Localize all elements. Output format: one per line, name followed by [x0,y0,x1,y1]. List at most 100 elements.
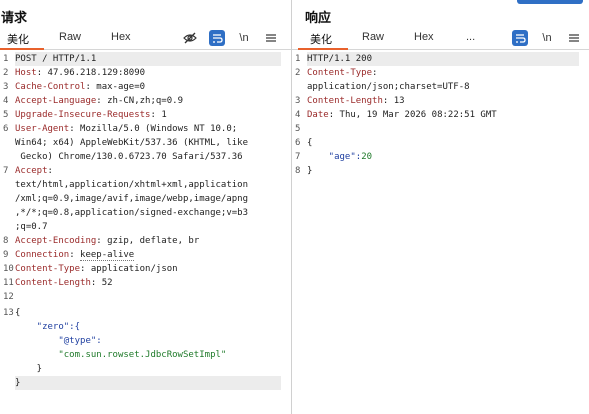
header-sep: : [80,264,91,274]
code-line: /xml;q=0.9,image/avif,image/webp,image/a… [15,192,281,206]
header-value: keep-alive [80,250,135,261]
header-name: Host [15,68,37,78]
line-number: 1 [295,54,301,64]
tab-pretty[interactable]: 美化 [310,31,332,47]
code-line: text/html,application/xhtml+xml,applicat… [15,178,281,192]
request-editor[interactable]: 1 2 3 4 5 6 7 8 9 10 11 12 13 POST / HTTP/1.1 Host: 4… [0,52,291,414]
line-number: 6 [3,124,9,134]
code-line: Content-Type: [307,66,579,80]
header-value: "age": [307,152,362,162]
code-line: Accept-Language: zh-CN,zh;q=0.9 [15,94,281,108]
header-value: ;q=0.7 [15,222,48,232]
line-number: 4 [3,96,9,106]
request-line-numbers: 1 2 3 4 5 6 7 8 9 10 11 12 13 [0,52,14,414]
code-line: Content-Length: 52 [15,276,281,290]
tab-raw[interactable]: Raw [362,31,384,43]
line-number: 3 [3,82,9,92]
code-line: "@type": [15,334,281,348]
header-value: application/json;charset=UTF-8 [307,82,470,92]
header-sep: : [372,68,383,78]
header-sep: : [96,236,108,246]
response-code[interactable]: HTTP/1.1 200 Content-Type: application/js… [307,52,579,414]
header-value: 1 [161,110,167,120]
header-sep: : [69,124,81,134]
header-name: Content-Length [307,96,383,106]
line-number: 11 [3,278,14,288]
tab-pretty[interactable]: 美化 [7,31,29,47]
header-name: Connection [15,250,70,260]
tab-hex[interactable]: Hex [414,31,434,43]
header-sep: : [90,278,102,288]
request-code[interactable]: POST / HTTP/1.1 Host: 47.96.218.129:8090 C… [15,52,281,414]
json-number: 20 [361,152,373,162]
code-line: "com.sun.rowset.JdbcRowSetImpl" [15,348,281,362]
code-line: } [15,362,281,376]
eye-off-icon[interactable] [182,30,198,46]
code-line: Win64; x64) AppleWebKit/537.36 (KHTML, l… [15,136,281,150]
newline-icon[interactable]: \n [539,30,555,46]
code-line: ,*/*;q=0.8,application/signed-exchange;v… [15,206,281,220]
line-number: 1 [3,54,9,64]
json-line: { [15,308,21,318]
line-number: 8 [3,236,9,246]
menu-icon[interactable] [263,30,279,46]
tab-more[interactable]: ... [466,31,475,43]
tab-hex[interactable]: Hex [111,31,131,43]
response-editor[interactable]: 1 2 3 4 5 6 7 8 HTTP/1.1 200 Content-Type: appli… [292,52,589,414]
line-number: 12 [3,292,14,302]
header-sep: : [47,166,59,176]
newline-icon[interactable]: \n [236,30,252,46]
line-number: 10 [3,264,14,274]
json-line: } [15,378,21,388]
code-line: Cache-Control: max-age=0 [15,80,281,94]
header-sep: : [69,250,81,260]
response-tabbar: 美化 Raw Hex ... \n [292,28,589,50]
code-line: POST / HTTP/1.1 [15,52,281,66]
code-line: Content-Length: 13 [307,94,579,108]
header-value: zh-CN,zh;q=0.9 [107,96,183,106]
header-sep: : [85,82,97,92]
code-line: "zero":{ [15,320,281,334]
header-name: User-Agent [15,124,70,134]
line-number: 7 [3,166,9,176]
active-tab-indicator [298,48,348,50]
header-name: Cache-Control [15,82,86,92]
code-line: Upgrade-Insecure-Requests: 1 [15,108,281,122]
header-sep: : [96,96,108,106]
header-name: Date [307,110,329,120]
request-pane: 请求 美化 Raw Hex \n 1 2 3 4 5 6 7 8 9 10 11 12 13 POST … [0,0,291,414]
wrap-text-icon[interactable] [209,30,225,46]
line-number: 9 [3,250,9,260]
line-number: 2 [3,68,9,78]
code-line: } [15,376,281,390]
code-line: { [307,136,579,150]
menu-icon[interactable] [566,30,582,46]
header-name: Accept-Encoding [15,236,97,246]
line-number: 5 [295,124,301,134]
active-tab-indicator [0,48,44,50]
header-value: { [307,138,313,148]
header-value: 47.96.218.129:8090 [47,68,146,78]
header-sep: : [328,110,340,120]
header-name: POST / HTTP/1.1 [15,54,97,64]
json-line: "com.sun.rowset.JdbcRowSetImpl" [15,350,227,360]
code-line: User-Agent: Mozilla/5.0 (Windows NT 10.0… [15,122,281,136]
code-line: "age":20 [307,150,579,164]
header-value: Gecko) Chrome/130.0.6723.70 Safari/537.3… [15,152,243,162]
code-line: Gecko) Chrome/130.0.6723.70 Safari/537.3… [15,150,281,164]
tab-raw[interactable]: Raw [59,31,81,43]
header-value: Thu, 19 Mar 2026 08:22:51 GMT [339,110,497,120]
header-value: /xml;q=0.9,image/avif,image/webp,image/a… [15,194,248,204]
header-name: Upgrade-Insecure-Requests [15,110,151,120]
header-name: Accept-Language [15,96,97,106]
header-value: text/html,application/xhtml+xml,applicat… [15,180,248,190]
line-number: 2 [295,68,301,78]
line-number: 6 [295,138,301,148]
wrap-text-icon[interactable] [512,30,528,46]
header-name: Content-Type [307,68,373,78]
header-name: HTTP/1.1 200 [307,54,373,64]
header-name: Content-Length [15,278,91,288]
header-name: Content-Type [15,264,81,274]
code-line: HTTP/1.1 200 [307,52,579,66]
